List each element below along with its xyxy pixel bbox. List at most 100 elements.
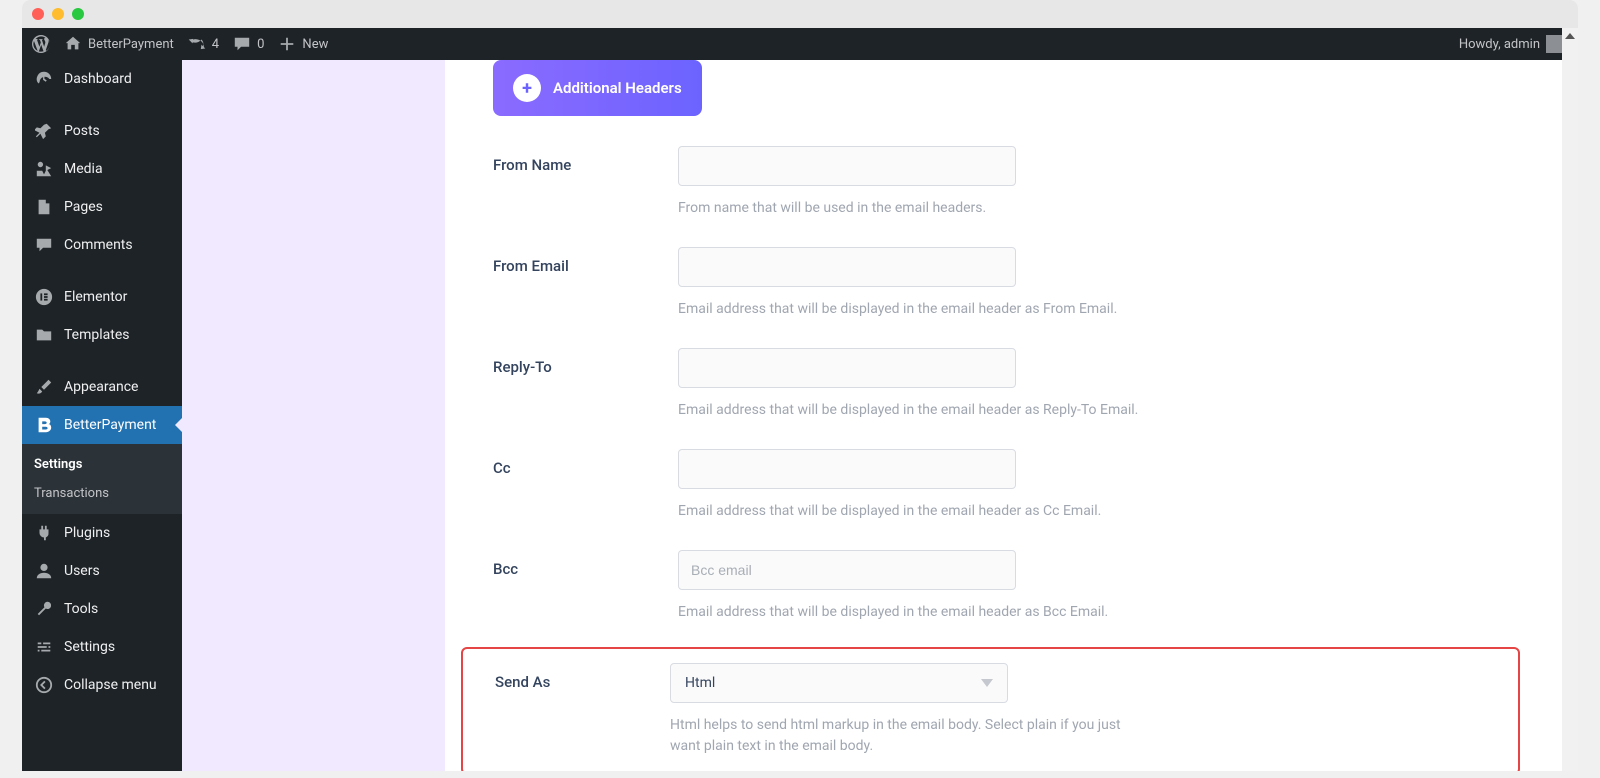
menu-plugins[interactable]: Plugins	[22, 514, 182, 552]
reply-to-hint: Email address that will be displayed in …	[678, 388, 1148, 421]
additional-headers-label: Additional Headers	[553, 79, 682, 97]
field-send-as: Send As Html Html helps to send html mar…	[495, 659, 1494, 757]
from-name-hint: From name that will be used in the email…	[678, 186, 1148, 219]
menu-label: Plugins	[64, 525, 110, 541]
chevron-down-icon	[981, 679, 993, 687]
field-from-name: From Name From name that will be used in…	[493, 142, 1530, 243]
site-name: BetterPayment	[88, 37, 174, 52]
comments-icon	[34, 235, 54, 255]
menu-label: Settings	[64, 639, 115, 655]
menu-label: Comments	[64, 237, 133, 253]
send-as-label: Send As	[495, 663, 670, 757]
page-icon	[34, 197, 54, 217]
wp-admin-bar: BetterPayment 4 0 New Howdy, admin	[22, 28, 1578, 60]
plug-icon	[34, 523, 54, 543]
mac-titlebar	[22, 0, 1578, 28]
menu-label: Appearance	[64, 379, 138, 395]
comments-count: 0	[257, 37, 264, 52]
close-window-icon[interactable]	[32, 8, 44, 20]
minimize-window-icon[interactable]	[52, 8, 64, 20]
elementor-icon	[34, 287, 54, 307]
comments-link[interactable]: 0	[233, 35, 264, 53]
send-as-value: Html	[685, 675, 715, 691]
wordpress-icon	[32, 35, 50, 53]
from-email-input[interactable]	[678, 247, 1016, 287]
from-email-label: From Email	[493, 247, 678, 320]
from-name-label: From Name	[493, 146, 678, 219]
submenu-betterpayment: Settings Transactions	[22, 444, 182, 514]
dashboard-icon	[34, 69, 54, 89]
menu-users[interactable]: Users	[22, 552, 182, 590]
pin-icon	[34, 121, 54, 141]
scroll-up-arrow-icon[interactable]	[1562, 28, 1578, 44]
submenu-transactions[interactable]: Transactions	[22, 479, 182, 508]
menu-templates[interactable]: Templates	[22, 316, 182, 354]
menu-betterpayment[interactable]: BetterPayment	[22, 406, 182, 444]
howdy-link[interactable]: Howdy, admin	[1459, 35, 1564, 53]
from-email-hint: Email address that will be displayed in …	[678, 287, 1148, 320]
updates-count: 4	[212, 37, 219, 52]
new-content-link[interactable]: New	[278, 35, 328, 53]
site-name-link[interactable]: BetterPayment	[64, 35, 174, 53]
field-from-email: From Email Email address that will be di…	[493, 243, 1530, 344]
send-as-select[interactable]: Html	[670, 663, 1008, 703]
collapse-menu[interactable]: Collapse menu	[22, 666, 182, 704]
highlighted-send-as-section: Send As Html Html helps to send html mar…	[461, 647, 1520, 771]
collapse-icon	[34, 675, 54, 695]
menu-label: Dashboard	[64, 71, 132, 87]
field-reply-to: Reply-To Email address that will be disp…	[493, 344, 1530, 445]
cc-label: Cc	[493, 449, 678, 522]
betterpayment-icon	[34, 415, 54, 435]
menu-posts[interactable]: Posts	[22, 112, 182, 150]
folder-icon	[34, 325, 54, 345]
from-name-input[interactable]	[678, 146, 1016, 186]
user-icon	[34, 561, 54, 581]
cc-input[interactable]	[678, 449, 1016, 489]
menu-label: Tools	[64, 601, 98, 617]
menu-settings[interactable]: Settings	[22, 628, 182, 666]
bcc-label: Bcc	[493, 550, 678, 623]
media-icon	[34, 159, 54, 179]
cc-hint: Email address that will be displayed in …	[678, 489, 1148, 522]
menu-label: Pages	[64, 199, 103, 215]
reply-to-label: Reply-To	[493, 348, 678, 421]
menu-comments[interactable]: Comments	[22, 226, 182, 264]
menu-label: BetterPayment	[64, 417, 156, 433]
bcc-input[interactable]	[678, 550, 1016, 590]
field-bcc: Bcc Email address that will be displayed…	[493, 546, 1530, 647]
howdy-text: Howdy, admin	[1459, 37, 1540, 52]
home-icon	[64, 35, 82, 53]
menu-media[interactable]: Media	[22, 150, 182, 188]
wrench-icon	[34, 599, 54, 619]
plus-icon	[278, 35, 296, 53]
menu-label: Users	[64, 563, 100, 579]
plus-circle-icon: +	[513, 74, 541, 102]
comment-icon	[233, 35, 251, 53]
menu-label: Media	[64, 161, 103, 177]
menu-label: Templates	[64, 327, 130, 343]
reply-to-input[interactable]	[678, 348, 1016, 388]
menu-pages[interactable]: Pages	[22, 188, 182, 226]
menu-appearance[interactable]: Appearance	[22, 368, 182, 406]
menu-label: Collapse menu	[64, 677, 157, 693]
settings-main-panel: + Additional Headers From Name From name…	[445, 60, 1578, 771]
maximize-window-icon[interactable]	[72, 8, 84, 20]
field-cc: Cc Email address that will be displayed …	[493, 445, 1530, 546]
vertical-scrollbar[interactable]	[1562, 28, 1578, 771]
updates-link[interactable]: 4	[188, 35, 219, 53]
admin-sidebar: Dashboard Posts Media Pages Comments	[22, 60, 182, 771]
menu-tools[interactable]: Tools	[22, 590, 182, 628]
menu-elementor[interactable]: Elementor	[22, 278, 182, 316]
menu-dashboard[interactable]: Dashboard	[22, 60, 182, 98]
new-label: New	[302, 37, 328, 52]
menu-label: Posts	[64, 123, 100, 139]
menu-label: Elementor	[64, 289, 127, 305]
send-as-hint: Html helps to send html markup in the em…	[670, 703, 1140, 757]
submenu-settings[interactable]: Settings	[22, 450, 182, 479]
update-icon	[188, 35, 206, 53]
wp-logo[interactable]	[32, 35, 50, 53]
sliders-icon	[34, 637, 54, 657]
bcc-hint: Email address that will be displayed in …	[678, 590, 1148, 623]
settings-side-panel	[182, 60, 445, 771]
additional-headers-button[interactable]: + Additional Headers	[493, 60, 702, 116]
